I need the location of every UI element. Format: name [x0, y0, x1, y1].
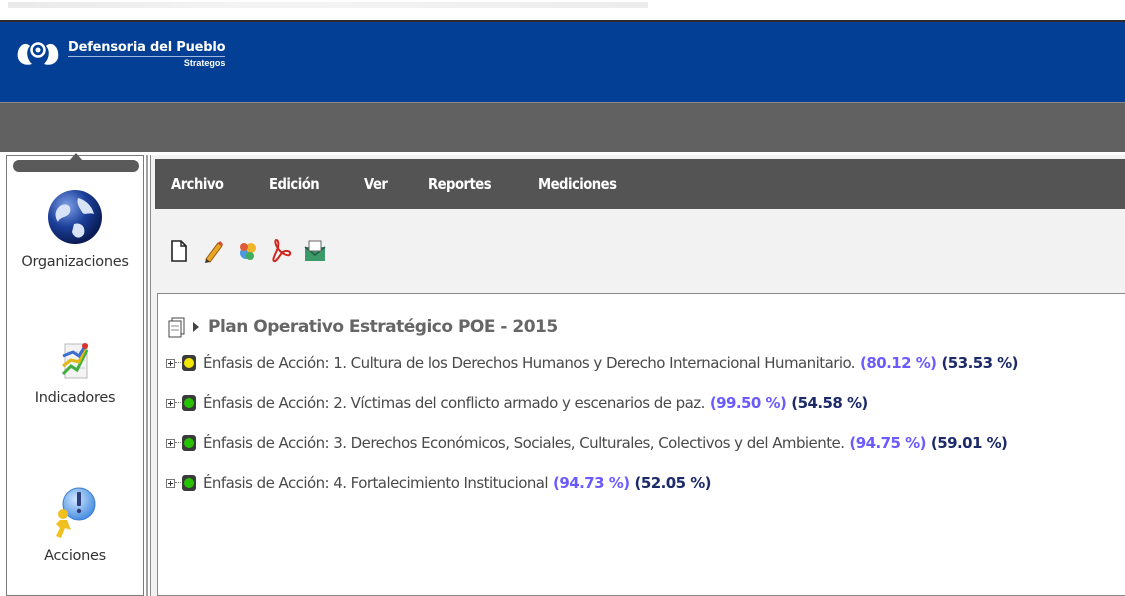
- expand-arrow-icon[interactable]: [192, 321, 200, 333]
- edit-pencil-icon[interactable]: [201, 238, 225, 264]
- menu-archivo[interactable]: Archivo: [171, 175, 224, 193]
- sidebar-item-organizaciones[interactable]: Organizaciones: [7, 186, 143, 270]
- sidebar-item-acciones[interactable]: Acciones: [7, 484, 143, 564]
- gray-band: [0, 102, 1125, 152]
- org-name: Defensoria del Pueblo: [68, 39, 226, 57]
- menu-edicion[interactable]: Edición: [269, 175, 320, 193]
- expand-toggle[interactable]: [166, 358, 175, 368]
- sidebar-collapse-handle[interactable]: [13, 153, 139, 172]
- logo-hands-icon: [14, 36, 62, 72]
- tree-row[interactable]: Énfasis de Acción: 3. Derechos Económico…: [166, 434, 1008, 452]
- tree-row[interactable]: Énfasis de Acción: 1. Cultura de los Der…: [166, 354, 1019, 372]
- indicators-chart-icon: [61, 343, 89, 379]
- menu-reportes[interactable]: Reportes: [428, 175, 492, 193]
- globe-icon: [48, 190, 102, 244]
- status-light-yellow-icon: [182, 355, 196, 371]
- pane-divider[interactable]: [146, 155, 148, 596]
- menu-bar: Archivo Edición Ver Reportes Mediciones: [155, 159, 1125, 209]
- expand-toggle[interactable]: [166, 438, 175, 448]
- sidebar-item-label: Acciones: [44, 548, 106, 564]
- tree-row[interactable]: Énfasis de Acción: 4. Fortalecimiento In…: [166, 474, 712, 492]
- sidebar-item-label: Indicadores: [34, 390, 116, 406]
- main-panel: Archivo Edición Ver Reportes Mediciones …: [150, 155, 1125, 596]
- plan-document-icon: [168, 317, 185, 338]
- app-name: Strategos: [183, 57, 226, 68]
- sidebar: Organizaciones Indicadores Acciones: [6, 153, 144, 596]
- tree-root[interactable]: Plan Operativo Estratégico POE - 2015: [166, 316, 558, 338]
- sidebar-item-indicadores[interactable]: Indicadores: [7, 336, 143, 406]
- plan-title: Plan Operativo Estratégico POE - 2015: [208, 317, 558, 337]
- window-top-strip: [0, 0, 1125, 22]
- status-light-green-icon: [182, 435, 196, 451]
- pdf-icon[interactable]: [269, 238, 293, 264]
- properties-icon[interactable]: [235, 238, 259, 264]
- actions-person-icon: [56, 487, 96, 538]
- tree-row[interactable]: Énfasis de Acción: 2. Víctimas del confl…: [166, 394, 868, 412]
- new-document-icon[interactable]: [167, 238, 191, 264]
- logo: Defensoria del Pueblo Strategos: [14, 36, 226, 72]
- expand-toggle[interactable]: [166, 478, 175, 488]
- toolbar: [155, 213, 1125, 289]
- status-light-green-icon: [182, 475, 196, 491]
- menu-ver[interactable]: Ver: [364, 175, 388, 193]
- status-light-green-icon: [182, 395, 196, 411]
- menu-mediciones[interactable]: Mediciones: [538, 175, 617, 193]
- sidebar-item-label: Organizaciones: [21, 254, 129, 270]
- expand-toggle[interactable]: [166, 398, 175, 408]
- tree-view: Plan Operativo Estratégico POE - 2015 Én…: [157, 293, 1125, 596]
- app-header: Defensoria del Pueblo Strategos: [0, 22, 1125, 102]
- mail-icon[interactable]: [303, 238, 327, 264]
